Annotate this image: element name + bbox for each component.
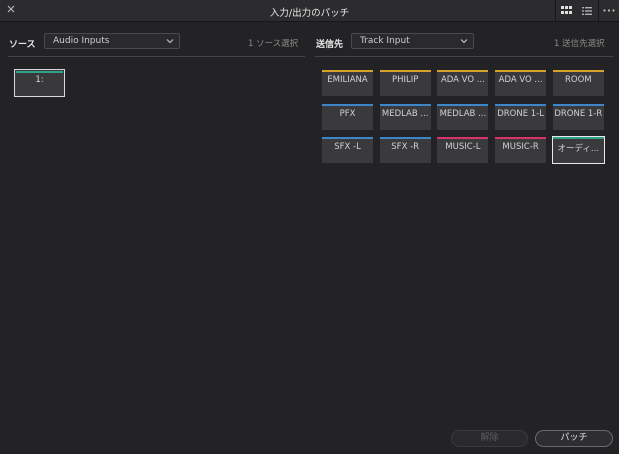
source-item-label: 1: (35, 75, 44, 85)
title-bar: 入力/出力のパッチ (0, 0, 619, 22)
destination-item[interactable]: ADA VO ... (437, 70, 489, 96)
chevron-down-icon (460, 39, 468, 44)
destination-item[interactable]: ADA VO ... (495, 70, 547, 96)
destination-item[interactable]: DRONE 1-R (552, 103, 604, 130)
source-label: ソース (9, 40, 36, 50)
destination-item-label: DRONE 1-L (497, 108, 544, 119)
destination-item-label: EMILIANA (327, 75, 368, 85)
grid-view-button[interactable] (556, 0, 577, 21)
destination-item[interactable]: MUSIC-R (495, 137, 547, 163)
destination-item-label: MUSIC-L (445, 142, 481, 152)
more-options-button[interactable] (599, 0, 619, 21)
source-color-bar (16, 71, 63, 73)
destination-item[interactable]: ROOM (552, 70, 604, 96)
destination-item[interactable]: MEDLAB ... (379, 103, 431, 130)
destination-item-label: ADA VO ... (440, 75, 485, 85)
destination-item[interactable]: SFX -L (322, 137, 373, 163)
window-title: 入力/出力のパッチ (269, 8, 350, 19)
list-view-icon (582, 6, 592, 15)
destination-item-label: SFX -R (391, 142, 420, 152)
destination-item-label: ROOM (564, 75, 592, 85)
source-count: 1 ソース選択 (248, 39, 299, 49)
destination-item-label: DRONE 1-R (554, 108, 603, 119)
source-divider (8, 56, 305, 57)
destination-select-value: Track Input (360, 36, 410, 46)
source-select-value: Audio Inputs (53, 36, 110, 46)
grid-view-icon (561, 6, 572, 14)
destination-item-label: PHILIP (391, 75, 419, 85)
source-select[interactable]: Audio Inputs (44, 33, 180, 49)
destination-item-label: MEDLAB ... (381, 108, 429, 119)
destination-item-label: ADA VO ... (498, 75, 543, 85)
unpatch-button[interactable]: 解除 (451, 430, 528, 447)
destination-label: 送信先 (316, 40, 344, 50)
destination-item-label: PFX (339, 108, 356, 119)
destination-item-label: MEDLAB ... (439, 108, 487, 119)
destination-item[interactable]: SFX -R (379, 137, 431, 163)
destination-item[interactable]: MEDLAB ... (437, 103, 489, 130)
destination-item[interactable]: MUSIC-L (437, 137, 489, 163)
destination-item[interactable]: オーディ... (551, 136, 605, 164)
destination-item[interactable]: EMILIANA (322, 70, 373, 96)
chevron-down-icon (166, 39, 174, 44)
source-item-1[interactable]: 1: (14, 69, 65, 97)
destination-item[interactable]: PHILIP (379, 70, 431, 96)
destination-count: 1 送信先選択 (554, 39, 605, 49)
destination-item-label: SFX -L (334, 142, 361, 152)
destination-item[interactable]: PFX (322, 103, 373, 130)
destination-item-label: MUSIC-R (502, 142, 539, 152)
destination-divider (315, 56, 613, 57)
destination-item[interactable]: DRONE 1-L (495, 103, 547, 130)
more-icon (603, 9, 615, 12)
destination-item-label: オーディ... (557, 144, 600, 154)
patch-button[interactable]: パッチ (535, 430, 613, 447)
list-view-button[interactable] (577, 0, 597, 21)
destination-select[interactable]: Track Input (351, 33, 474, 49)
